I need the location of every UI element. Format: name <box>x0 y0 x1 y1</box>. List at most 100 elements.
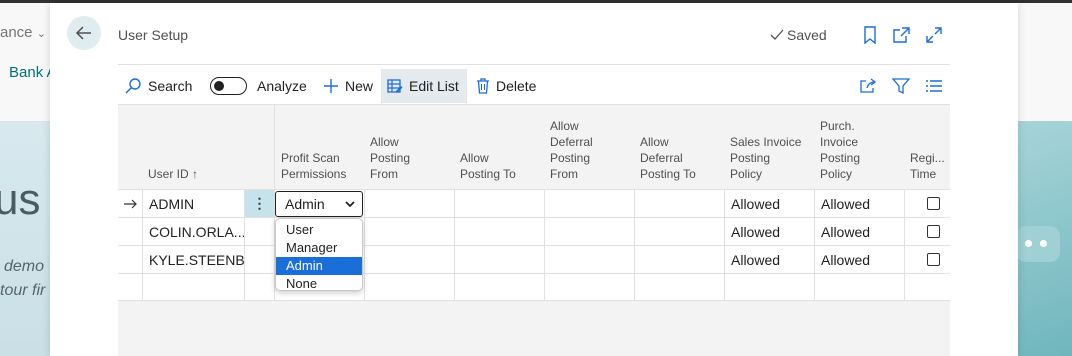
allow-posting-from-cell[interactable] <box>364 274 454 301</box>
plus-icon <box>324 79 338 93</box>
row-indicator <box>118 274 142 301</box>
allow-deferral-to-cell[interactable] <box>634 218 724 245</box>
sales-policy-cell[interactable]: Allowed <box>724 246 814 273</box>
delete-label: Delete <box>496 78 537 94</box>
arrow-left-icon <box>75 26 91 40</box>
profit-scan-permissions-select[interactable]: Admin <box>275 191 363 217</box>
new-row[interactable] <box>118 273 950 301</box>
permissions-dropdown-list: User Manager Admin None <box>275 218 363 291</box>
filter-icon[interactable] <box>891 76 911 96</box>
user-setup-grid: User ID ↑ Profit Scan Permissions Allow … <box>118 105 950 356</box>
chevron-down-icon: ⌄ <box>36 28 46 40</box>
allow-deferral-to-cell[interactable] <box>634 190 724 217</box>
register-time-checkbox[interactable] <box>927 225 940 238</box>
new-button[interactable]: New <box>317 69 379 103</box>
nav-item-finance[interactable]: ance ⌄ <box>0 24 46 41</box>
column-header-profit-scan[interactable]: Profit Scan Permissions <box>274 105 364 189</box>
column-header-sales-invoice-policy[interactable]: Sales Invoice Posting Policy <box>724 105 814 189</box>
register-time-checkbox[interactable] <box>927 197 940 210</box>
column-header-allow-deferral-from[interactable]: Allow Deferral Posting From <box>544 105 634 189</box>
analyze-label: Analyze <box>257 78 307 94</box>
checkmark-icon <box>770 29 784 40</box>
bookmark-icon[interactable] <box>860 25 880 45</box>
register-time-cell[interactable] <box>904 274 950 301</box>
option-admin[interactable]: Admin <box>276 257 362 275</box>
allow-deferral-to-cell[interactable] <box>634 246 724 273</box>
purch-policy-cell[interactable]: Allowed <box>814 246 904 273</box>
hero-text: tour fir <box>0 282 46 299</box>
sales-policy-cell[interactable]: Allowed <box>724 218 814 245</box>
allow-deferral-from-cell[interactable] <box>544 274 634 301</box>
analyze-toggle[interactable]: Analyze <box>204 69 313 103</box>
saved-label: Saved <box>787 27 827 43</box>
option-manager[interactable]: Manager <box>276 239 362 257</box>
delete-button[interactable]: Delete <box>470 69 542 103</box>
expand-icon[interactable] <box>924 25 944 45</box>
table-row[interactable]: COLIN.ORLA... Allowed Allowed <box>118 217 950 245</box>
list-view-icon[interactable] <box>924 76 944 96</box>
column-header-allow-posting-from[interactable]: Allow Posting From <box>364 105 454 189</box>
allow-posting-from-cell[interactable] <box>364 246 454 273</box>
column-header-purch-invoice-policy[interactable]: Purch. Invoice Posting Policy <box>814 105 904 189</box>
register-time-cell[interactable] <box>904 190 950 217</box>
allow-posting-from-cell[interactable] <box>364 190 454 217</box>
sales-policy-cell[interactable]: Allowed <box>724 190 814 217</box>
register-time-checkbox[interactable] <box>927 253 940 266</box>
column-header-register-time[interactable]: Regi... Time <box>904 105 950 189</box>
divider <box>118 64 950 65</box>
column-header-allow-deferral-to[interactable]: Allow Deferral Posting To <box>634 105 724 189</box>
edit-list-icon <box>387 79 403 93</box>
search-icon <box>125 78 141 94</box>
hero-title: us <box>0 175 41 224</box>
user-id-cell[interactable]: COLIN.ORLA... <box>142 218 244 245</box>
page-title: User Setup <box>118 27 189 43</box>
saved-status: Saved <box>770 27 827 43</box>
edit-list-button[interactable]: Edit List <box>381 69 467 103</box>
chevron-down-icon <box>345 201 355 208</box>
back-button[interactable] <box>67 16 101 50</box>
allow-deferral-from-cell[interactable] <box>544 246 634 273</box>
allow-posting-to-cell[interactable] <box>454 246 544 273</box>
option-none[interactable]: None <box>276 275 362 293</box>
row-actions-cell[interactable] <box>244 218 274 245</box>
column-header-allow-posting-to[interactable]: Allow Posting To <box>454 105 544 189</box>
row-actions-menu-icon[interactable]: ⋮ <box>244 190 274 217</box>
allow-posting-to-cell[interactable] <box>454 274 544 301</box>
column-header-user-id[interactable]: User ID ↑ <box>148 105 274 189</box>
search-button[interactable]: Search <box>118 69 198 103</box>
purch-policy-cell[interactable] <box>814 274 904 301</box>
allow-posting-from-cell[interactable] <box>364 218 454 245</box>
row-actions-cell[interactable] <box>244 246 274 273</box>
select-value: Admin <box>285 196 325 212</box>
share-icon[interactable] <box>858 76 878 96</box>
user-id-cell[interactable] <box>142 274 244 301</box>
open-in-new-window-icon[interactable] <box>891 25 911 45</box>
register-time-cell[interactable] <box>904 246 950 273</box>
user-id-cell[interactable]: KYLE.STEENB... <box>142 246 244 273</box>
register-time-cell[interactable] <box>904 218 950 245</box>
allow-posting-to-cell[interactable] <box>454 190 544 217</box>
trash-icon <box>477 78 489 94</box>
table-row[interactable]: ADMIN ⋮ Allowed Allowed <box>118 189 950 217</box>
grid-rows: ADMIN ⋮ Allowed Allowed COLIN.ORLA... Al… <box>118 189 950 301</box>
toggle-switch[interactable] <box>210 77 247 95</box>
row-indicator <box>118 218 142 245</box>
current-row-arrow-icon <box>118 190 142 217</box>
option-user[interactable]: User <box>276 221 362 239</box>
allow-deferral-from-cell[interactable] <box>544 190 634 217</box>
search-label: Search <box>148 78 193 94</box>
action-bar: Search Analyze New Edit List Delete <box>118 69 950 103</box>
user-setup-dialog: User Setup Saved Search Analyze New Edit… <box>50 3 1018 356</box>
purch-policy-cell[interactable]: Allowed <box>814 218 904 245</box>
new-label: New <box>345 78 374 94</box>
purch-policy-cell[interactable]: Allowed <box>814 190 904 217</box>
allow-deferral-from-cell[interactable] <box>544 218 634 245</box>
user-id-cell[interactable]: ADMIN <box>142 190 244 217</box>
hero-text: demo <box>4 258 45 275</box>
allow-deferral-to-cell[interactable] <box>634 274 724 301</box>
table-row[interactable]: KYLE.STEENB... Allowed Allowed <box>118 245 950 273</box>
allow-posting-to-cell[interactable] <box>454 218 544 245</box>
chat-icon[interactable] <box>1016 226 1060 262</box>
row-actions-cell[interactable] <box>244 274 274 301</box>
sales-policy-cell[interactable] <box>724 274 814 301</box>
